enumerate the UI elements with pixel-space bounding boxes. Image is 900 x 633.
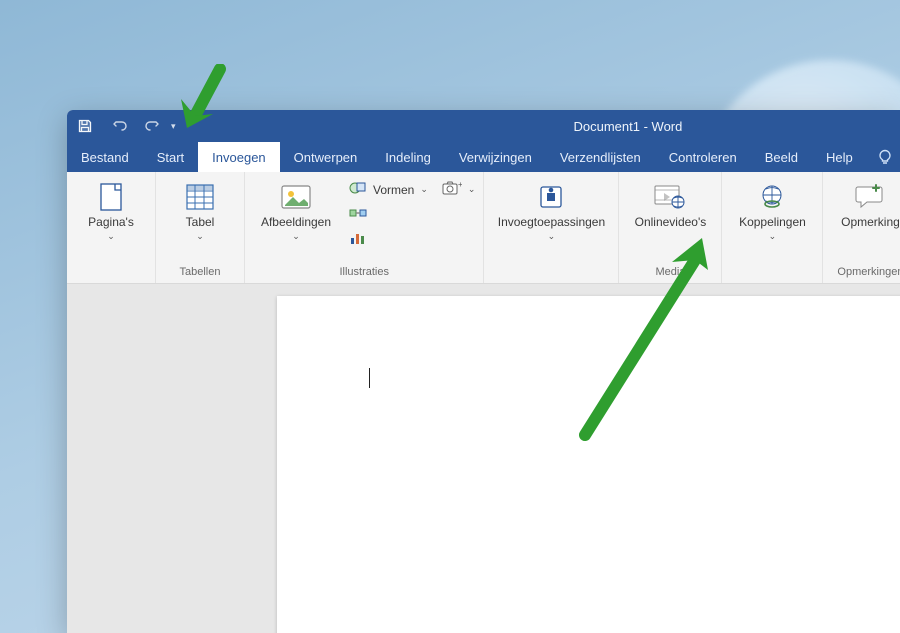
onlinevideos-label: Onlinevideo's <box>635 216 707 230</box>
tab-beeld[interactable]: Beeld <box>751 142 812 172</box>
ribbon-tabs: Bestand Start Invoegen Ontwerpen Indelin… <box>67 142 900 172</box>
koppelingen-label: Koppelingen <box>739 216 806 230</box>
group-opmerkingen: Opmerking Opmerkingen <box>823 172 900 283</box>
undo-icon[interactable] <box>111 118 127 134</box>
link-globe-icon <box>755 182 789 212</box>
group-label-tabellen: Tabellen <box>164 264 236 281</box>
camera-plus-icon: + <box>442 180 462 199</box>
group-label-paginas <box>75 264 147 281</box>
grafiek-button[interactable] <box>349 230 428 249</box>
group-label-koppelingen <box>730 264 814 281</box>
opmerking-button[interactable]: Opmerking <box>831 178 900 263</box>
paginas-label: Pagina's <box>88 216 134 230</box>
tab-verwijzingen[interactable]: Verwijzingen <box>445 142 546 172</box>
group-label-illustraties: Illustraties <box>253 264 475 281</box>
group-media: Onlinevideo's Media <box>619 172 722 283</box>
chevron-down-icon: ⌄ <box>292 231 300 242</box>
tell-me-icon[interactable] <box>867 142 900 172</box>
chevron-down-icon: ⌄ <box>468 184 476 195</box>
tab-ontwerpen[interactable]: Ontwerpen <box>280 142 372 172</box>
smartart-button[interactable] <box>349 205 428 224</box>
document-area[interactable] <box>67 284 900 633</box>
group-tabellen: Tabel ⌄ Tabellen <box>156 172 245 283</box>
vormen-label: Vormen <box>373 183 414 197</box>
chevron-down-icon: ⌄ <box>107 231 115 242</box>
chart-icon <box>349 230 367 249</box>
invoegtoepassingen-button[interactable]: Invoegtoepassingen ⌄ <box>492 178 610 263</box>
tab-controleren[interactable]: Controleren <box>655 142 751 172</box>
tab-bestand[interactable]: Bestand <box>67 142 143 172</box>
group-invoegtoepassingen: Invoegtoepassingen ⌄ <box>484 172 619 283</box>
save-icon[interactable] <box>77 118 93 134</box>
vormen-button[interactable]: Vormen ⌄ <box>349 180 428 199</box>
text-cursor <box>369 368 370 388</box>
group-label-invoeg <box>492 264 610 281</box>
group-label-media: Media <box>627 264 713 281</box>
koppelingen-button[interactable]: Koppelingen ⌄ <box>730 178 814 263</box>
tab-verzendlijsten[interactable]: Verzendlijsten <box>546 142 655 172</box>
chevron-down-icon: ⌄ <box>769 231 777 242</box>
illustraties-minis: Vormen ⌄ <box>349 178 428 249</box>
pictures-icon <box>279 182 313 212</box>
group-label-opmerkingen: Opmerkingen <box>831 264 900 281</box>
opmerking-label: Opmerking <box>841 216 900 230</box>
illustraties-minis-2: + ⌄ <box>438 178 476 199</box>
online-pictures-button[interactable]: + ⌄ <box>442 180 476 199</box>
group-paginas: Pagina's ⌄ <box>67 172 156 283</box>
online-video-icon <box>653 182 687 212</box>
svg-text:+: + <box>458 180 462 189</box>
redo-icon[interactable] <box>145 118 161 134</box>
group-koppelingen: Koppelingen ⌄ <box>722 172 823 283</box>
tab-invoegen[interactable]: Invoegen <box>198 142 280 172</box>
document-page[interactable] <box>277 296 900 633</box>
tab-start[interactable]: Start <box>143 142 198 172</box>
paginas-button[interactable]: Pagina's ⌄ <box>75 178 147 263</box>
afbeeldingen-button[interactable]: Afbeeldingen ⌄ <box>253 178 339 263</box>
chevron-down-icon: ⌄ <box>548 231 556 242</box>
table-icon <box>183 182 217 212</box>
chevron-down-icon: ⌄ <box>420 184 428 195</box>
smartart-icon <box>349 205 367 224</box>
page-icon <box>94 182 128 212</box>
afbeeldingen-label: Afbeeldingen <box>261 216 331 230</box>
tab-indeling[interactable]: Indeling <box>371 142 445 172</box>
title-bar: ▾ Document1 - Word <box>67 110 900 142</box>
addins-icon <box>534 182 568 212</box>
customize-qat-icon[interactable]: ▾ <box>171 121 176 132</box>
quick-access-toolbar: ▾ <box>77 118 176 134</box>
group-illustraties: Afbeeldingen ⌄ Vormen ⌄ <box>245 172 484 283</box>
tabel-label: Tabel <box>186 216 215 230</box>
tabel-button[interactable]: Tabel ⌄ <box>164 178 236 263</box>
ribbon: Pagina's ⌄ Tabel ⌄ Tabellen <box>67 172 900 284</box>
shapes-icon <box>349 180 367 199</box>
word-window: ▾ Document1 - Word Bestand Start Invoege… <box>67 110 900 633</box>
onlinevideos-button[interactable]: Onlinevideo's <box>627 178 713 263</box>
invoegtoepassingen-label: Invoegtoepassingen <box>498 216 605 230</box>
tab-help[interactable]: Help <box>812 142 867 172</box>
chevron-down-icon: ⌄ <box>196 231 204 242</box>
window-title: Document1 - Word <box>574 119 683 134</box>
comment-icon <box>853 182 887 212</box>
